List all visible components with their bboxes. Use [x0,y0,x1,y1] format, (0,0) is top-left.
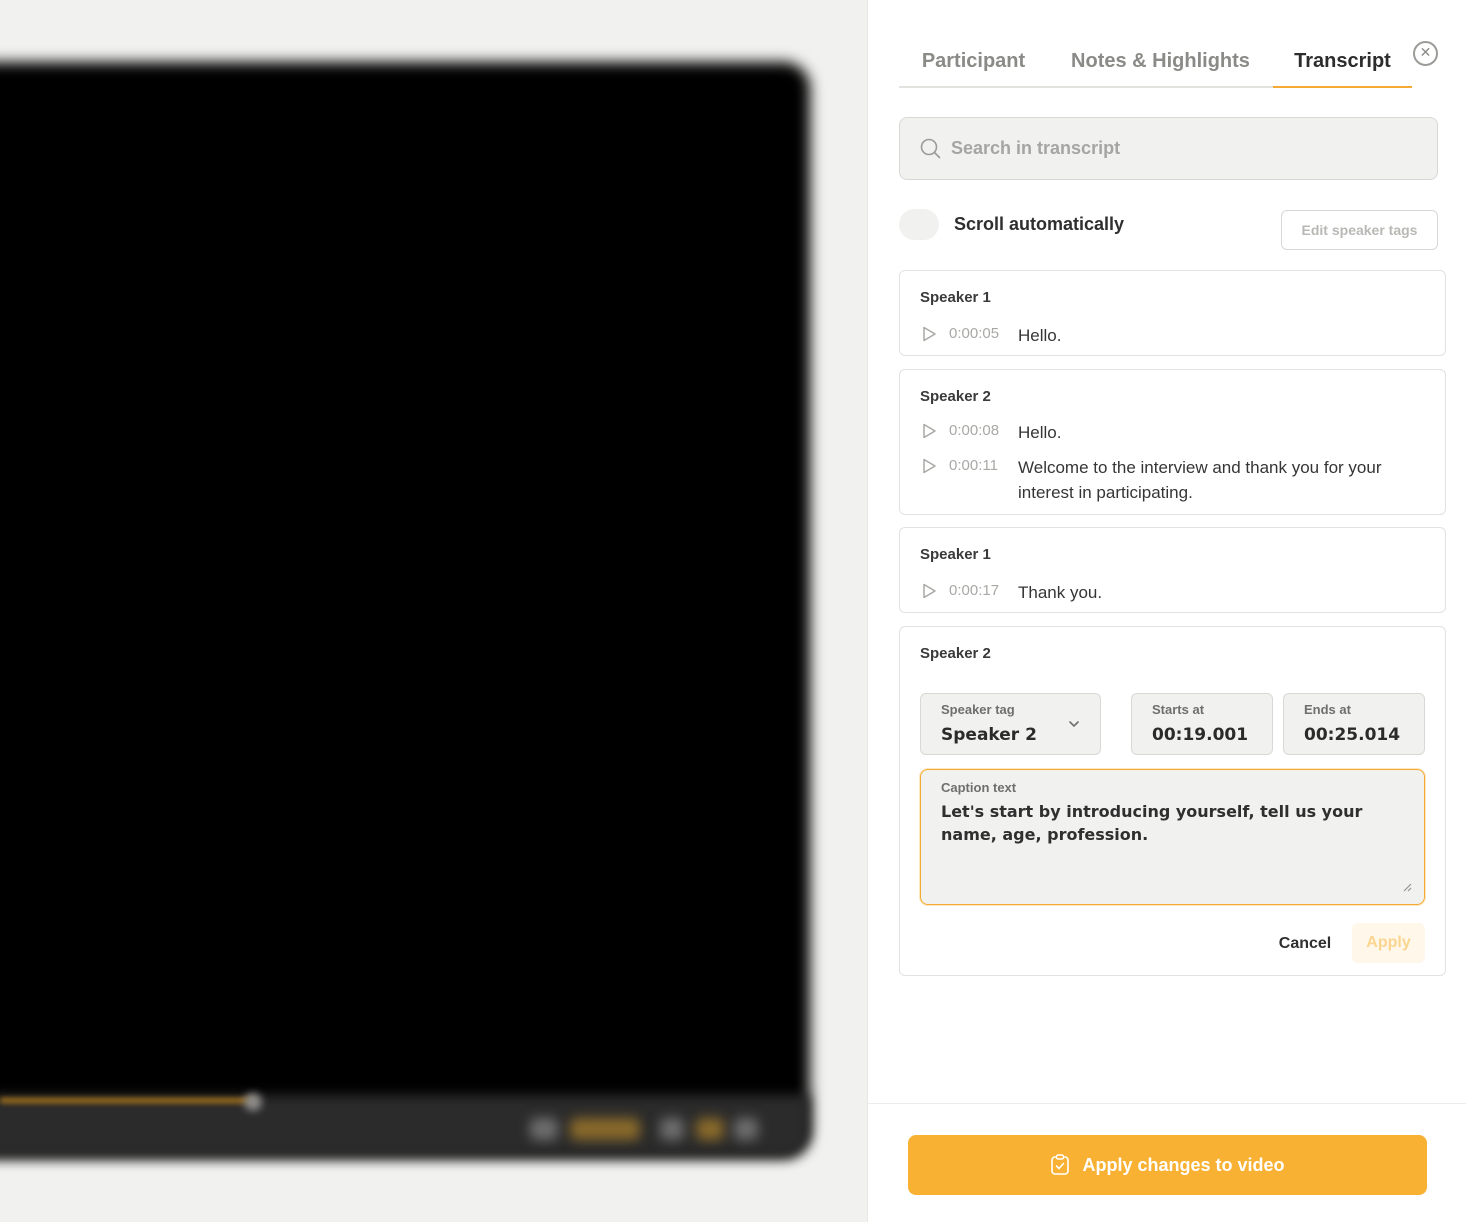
edit-speaker-tags-button[interactable]: Edit speaker tags [1281,210,1438,250]
resize-handle-icon[interactable] [1403,883,1412,892]
speaker-label: Speaker 2 [920,388,991,405]
caption-text-field[interactable]: Caption text Let's start by introducing … [920,769,1425,905]
cancel-button[interactable]: Cancel [1265,925,1345,963]
playback-speed-control[interactable] [570,1118,640,1140]
caption-textarea[interactable]: Let's start by introducing yourself, tel… [941,800,1406,890]
fullscreen-icon[interactable] [734,1118,758,1140]
transcript-block: Speaker 1 0:00:05 Hello. [899,270,1446,356]
transcript-block: Speaker 2 0:00:08 Hello. 0:00:11 Welcome… [899,369,1446,515]
video-progress-knob[interactable] [244,1093,262,1111]
chevron-down-icon [1069,721,1079,727]
tab-participant[interactable]: Participant [899,36,1048,88]
video-progress-bar[interactable] [0,1098,255,1103]
search-box[interactable] [899,117,1438,180]
video-frame[interactable] [0,62,810,1157]
timestamp: 0:00:11 [949,457,998,474]
scroll-automatically-label: Scroll automatically [954,214,1125,234]
tab-notes-highlights[interactable]: Notes & Highlights [1048,36,1273,88]
tab-transcript[interactable]: Transcript [1273,36,1412,88]
timestamp: 0:00:17 [949,582,1000,599]
caption-text: Thank you. [1018,583,1103,602]
captions-icon[interactable] [660,1118,684,1140]
timestamp: 0:00:08 [949,422,1000,439]
apply-button[interactable]: Apply [1352,923,1425,963]
caption-text-label: Caption text [941,780,1017,795]
transcript-block: Speaker 1 0:00:17 Thank you. [899,527,1446,613]
settings-icon[interactable] [696,1118,724,1140]
scroll-automatically-toggle[interactable] [899,209,939,240]
caption-text: Hello. [1018,326,1062,345]
volume-icon[interactable] [530,1118,558,1140]
ends-at-label: Ends at [1304,702,1351,717]
timestamp: 0:00:05 [949,325,1000,342]
starts-at-field[interactable]: Starts at 00:19.001 [1131,693,1273,755]
transcript-line[interactable]: 0:00:17 Thank you. [920,580,1398,605]
starts-at-value: 00:19.001 [1152,725,1249,745]
apply-changes-to-video-button[interactable]: Apply changes to video [908,1135,1427,1195]
apply-changes-to-video-label: Apply changes to video [1082,1154,1285,1175]
transcript-line[interactable]: 0:00:05 Hello. [920,323,1398,348]
side-panel: Participant Notes & Highlights Transcrip… [867,0,1466,1222]
ends-at-value: 00:25.014 [1304,725,1401,745]
speaker-label: Speaker 2 [920,645,991,662]
video-player[interactable] [0,0,867,1222]
close-icon[interactable]: ✕ [1413,41,1438,66]
speaker-label: Speaker 1 [920,289,991,306]
caption-text: Hello. [1018,423,1062,442]
speaker-tag-label: Speaker tag [941,702,1015,717]
search-icon [920,138,941,159]
speaker-tag-select[interactable]: Speaker tag Speaker 2 [920,693,1101,755]
search-input[interactable] [951,138,1421,159]
transcript-line[interactable]: 0:00:08 Hello. [920,420,1398,445]
tab-bar: Participant Notes & Highlights Transcrip… [899,36,1412,88]
clipboard-check-icon [1051,1154,1070,1175]
ends-at-field[interactable]: Ends at 00:25.014 [1283,693,1425,755]
transcript-line[interactable]: 0:00:11 Welcome to the interview and tha… [920,455,1398,505]
play-icon[interactable] [920,422,938,440]
video-controls-bar [0,1095,810,1157]
play-icon[interactable] [920,325,938,343]
play-icon[interactable] [920,582,938,600]
footer: Apply changes to video [868,1103,1466,1222]
transcript-edit-block: Speaker 2 Speaker tag Speaker 2 Starts a… [899,626,1446,976]
starts-at-label: Starts at [1152,702,1205,717]
speaker-label: Speaker 1 [920,546,991,563]
caption-text: Welcome to the interview and thank you f… [1018,458,1382,502]
play-icon[interactable] [920,457,938,475]
speaker-tag-value: Speaker 2 [941,725,1037,745]
